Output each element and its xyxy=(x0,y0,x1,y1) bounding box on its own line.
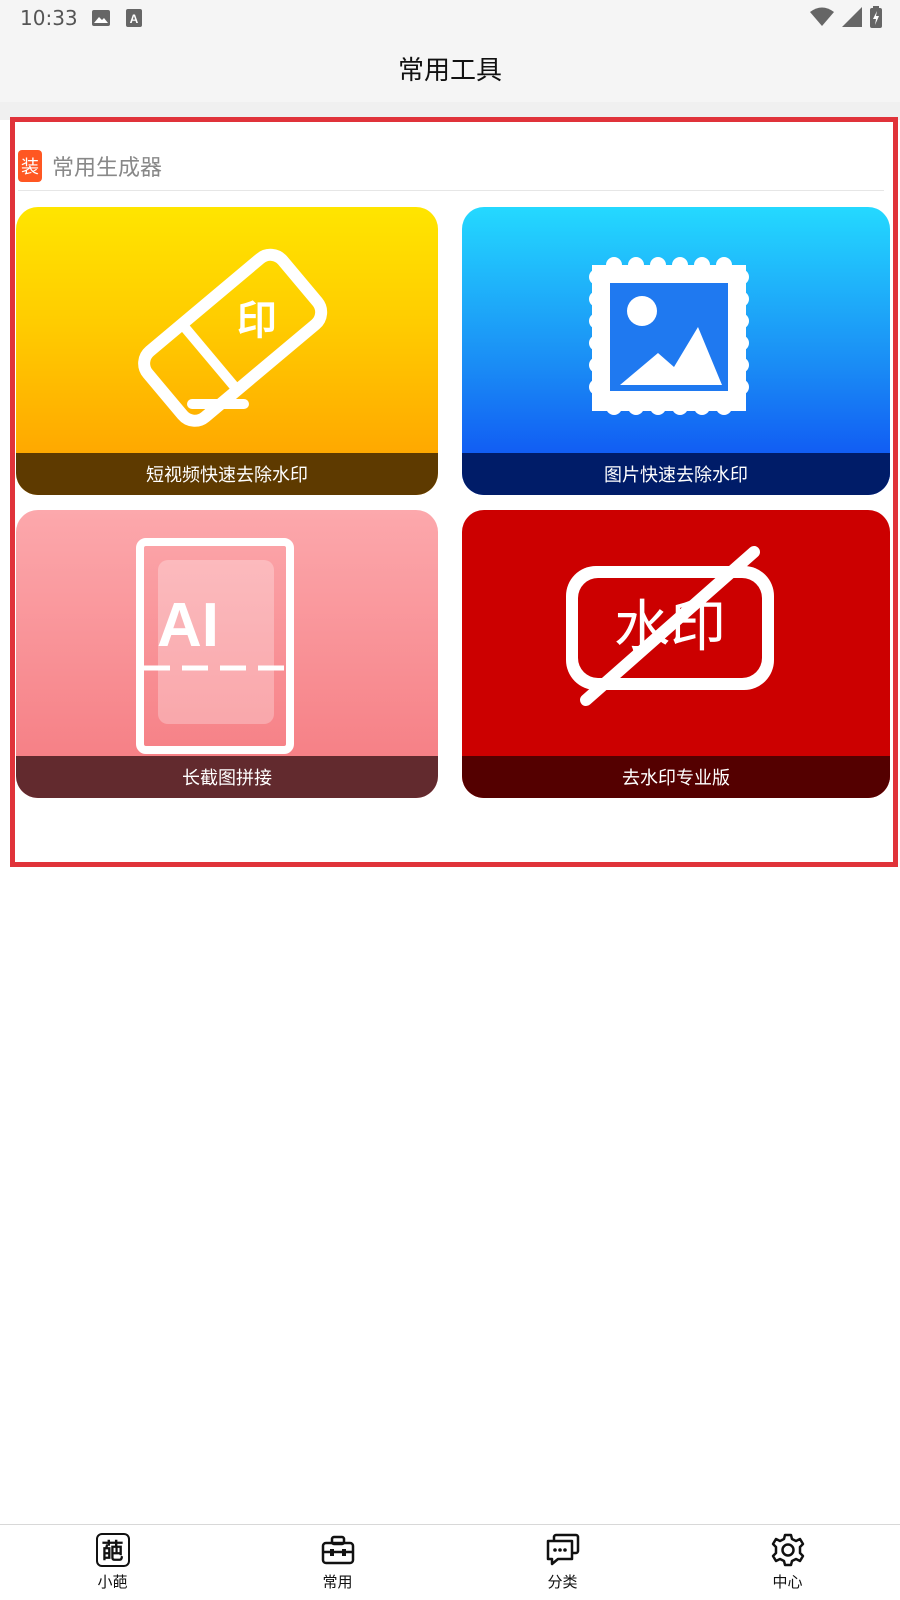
card-image-watermark-remover[interactable]: 图片快速去除水印 xyxy=(462,207,890,495)
nav-label: 分类 xyxy=(547,1573,578,1591)
card-watermark-remover-pro[interactable]: 水印 去水印专业版 xyxy=(462,510,890,798)
bottom-nav: 葩 小葩 常用 分类 中心 xyxy=(0,1525,900,1600)
a-letter-icon: A xyxy=(126,9,142,27)
svg-text:印: 印 xyxy=(237,298,277,344)
battery-icon xyxy=(870,6,882,28)
section-divider xyxy=(18,190,884,191)
card-label: 长截图拼接 xyxy=(16,756,438,798)
section-badge: 装 xyxy=(18,150,42,182)
card-label: 短视频快速去除水印 xyxy=(16,453,438,495)
svg-text:AI: AI xyxy=(157,591,219,660)
gear-icon xyxy=(771,1533,804,1567)
card-label: 图片快速去除水印 xyxy=(462,453,890,495)
stamp-picture-icon xyxy=(589,257,749,415)
ai-document-icon: AI xyxy=(136,538,294,754)
title-bar: 常用工具 xyxy=(0,36,900,102)
toolbox-icon xyxy=(321,1535,354,1565)
section-title: 常用生成器 xyxy=(52,156,163,181)
nav-label: 小葩 xyxy=(97,1573,128,1591)
status-bar: 10:33 A xyxy=(0,0,900,36)
status-time: 10:33 xyxy=(20,6,78,30)
chat-bubbles-icon xyxy=(546,1533,579,1566)
nav-item-xiaopa[interactable]: 葩 小葩 xyxy=(0,1525,225,1600)
eraser-stamp-icon: 印 xyxy=(138,248,328,427)
section-header: 装 常用生成器 xyxy=(18,150,162,182)
pa-character-icon: 葩 xyxy=(95,1533,130,1567)
status-right-icons xyxy=(810,6,882,28)
page-title: 常用工具 xyxy=(397,56,502,86)
svg-text:A: A xyxy=(130,12,139,26)
signal-icon xyxy=(842,7,862,27)
wifi-icon xyxy=(810,7,834,26)
image-icon xyxy=(92,10,110,26)
nav-item-center[interactable]: 中心 xyxy=(675,1525,900,1600)
nav-label: 中心 xyxy=(772,1573,803,1591)
card-video-watermark-remover[interactable]: 印 短视频快速去除水印 xyxy=(16,207,438,495)
card-long-screenshot-stitch[interactable]: AI 长截图拼接 xyxy=(16,510,438,798)
card-label: 去水印专业版 xyxy=(462,756,890,798)
nav-item-category[interactable]: 分类 xyxy=(450,1525,675,1600)
nav-item-common[interactable]: 常用 xyxy=(225,1525,450,1600)
no-watermark-icon: 水印 xyxy=(566,546,774,706)
nav-label: 常用 xyxy=(322,1573,353,1591)
